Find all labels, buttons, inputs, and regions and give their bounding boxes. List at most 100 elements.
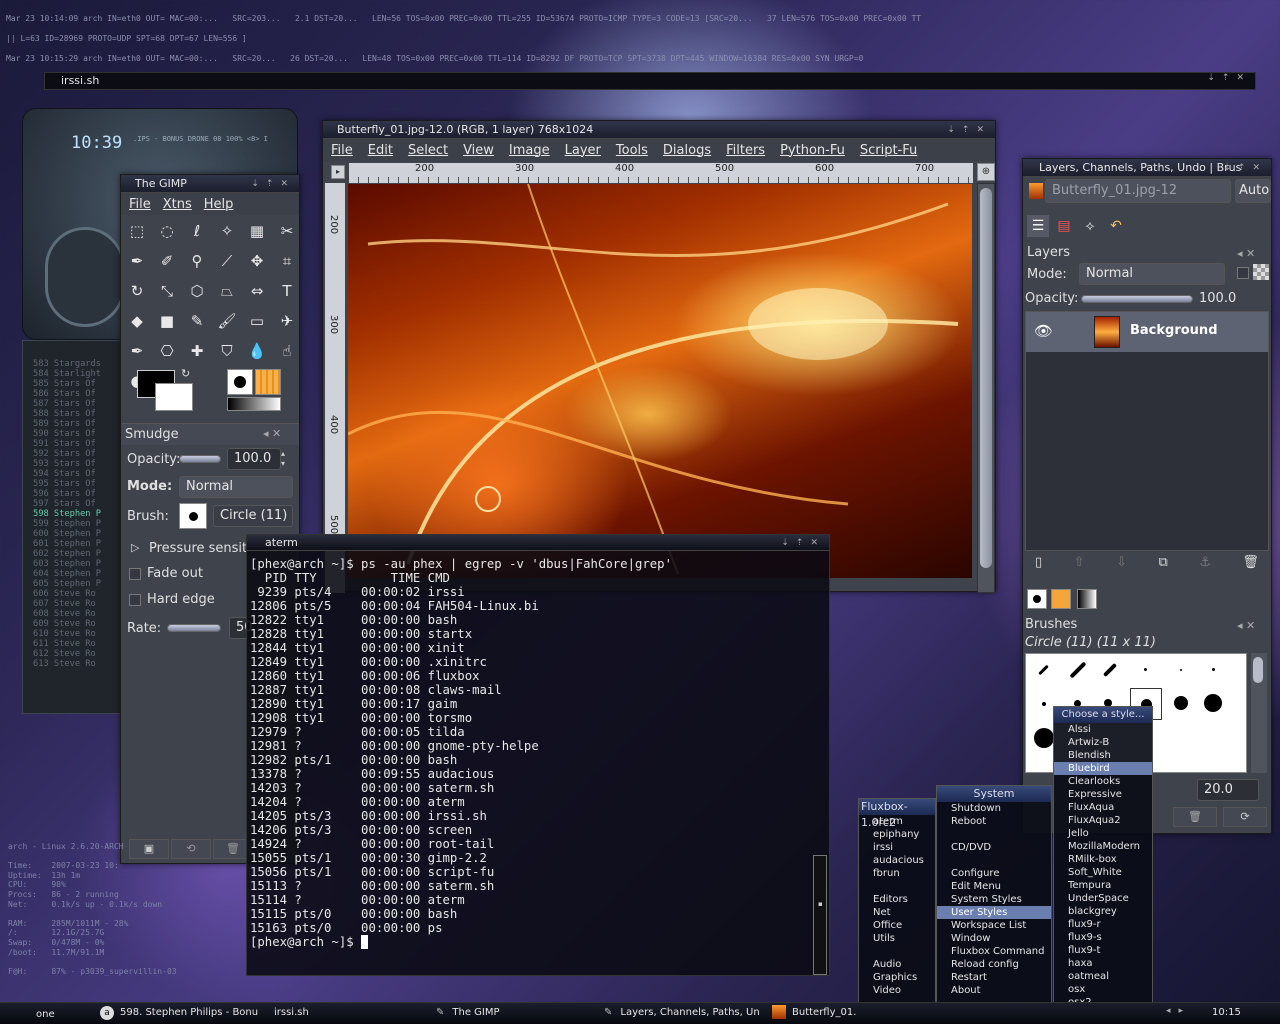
smudge-icon[interactable]: ☝ xyxy=(275,339,299,363)
playlist-entry[interactable]: 602 Stephen P xyxy=(33,549,101,559)
ellipse-select-icon[interactable]: ◌ xyxy=(155,219,179,243)
playlist-entry[interactable]: 589 Stars Of xyxy=(33,419,101,429)
task-audacious[interactable]: a 598. Stephen Philips - Bonu xyxy=(100,1004,266,1024)
eye-icon[interactable]: 👁 xyxy=(1034,322,1053,340)
refresh-brushes-icon[interactable]: ⟳ xyxy=(1223,807,1267,827)
layer-list[interactable]: 👁 Background xyxy=(1025,311,1269,551)
menu-file[interactable]: File xyxy=(129,197,151,212)
menu-item[interactable]: flux9-r xyxy=(1054,918,1152,931)
brush-item[interactable] xyxy=(1034,728,1054,748)
menu-python-fu[interactable]: Python-Fu xyxy=(780,143,845,158)
menu-item[interactable]: Clearlooks xyxy=(1054,775,1152,788)
pressure-label[interactable]: Pressure sensit xyxy=(149,541,247,556)
eraser-icon[interactable]: ▭ xyxy=(245,309,269,333)
brush-item[interactable] xyxy=(1069,661,1087,679)
menu-item[interactable]: System Styles xyxy=(937,893,1051,906)
menu-help[interactable]: Help xyxy=(204,197,234,212)
task-butterfly[interactable]: Butterfly_01. xyxy=(772,1004,856,1024)
playlist-entry[interactable]: 606 Steve Ro xyxy=(33,589,101,599)
window-buttons[interactable]: ⇣⇡✕ xyxy=(947,121,991,139)
playlist-entry[interactable]: 597 Stars Of xyxy=(33,499,101,509)
brush-item[interactable] xyxy=(1038,664,1049,676)
menu-tools[interactable]: Tools xyxy=(616,143,648,158)
playlist-entry[interactable]: 593 Stars Of xyxy=(33,459,101,469)
system-submenu[interactable]: System Shutdown Reboot CD/DVD Configure Edit… xyxy=(936,785,1052,1023)
window-buttons[interactable]: ⇣⇡✕ xyxy=(781,535,825,551)
menu-item[interactable]: RMilk-box xyxy=(1054,853,1152,866)
window-buttons[interactable]: ⇣⇡✕ xyxy=(251,175,295,193)
menu-item[interactable]: Soft_White xyxy=(1054,866,1152,879)
move-icon[interactable]: ✥ xyxy=(245,249,269,273)
menu-item[interactable]: About xyxy=(937,984,1051,997)
playlist-entry[interactable]: 611 Steve Ro xyxy=(33,639,101,649)
playlist-window[interactable]: 583 Stargards 584 Starlight 585 Stars Of 58… xyxy=(22,340,122,714)
layer-opacity-slider[interactable] xyxy=(1081,295,1193,303)
playlist-entry[interactable]: 607 Steve Ro xyxy=(33,599,101,609)
restore-options-icon[interactable]: ⟲ xyxy=(171,839,211,859)
perspective-clone-icon[interactable]: ⛉ xyxy=(215,339,239,363)
layer-buttons[interactable]: ▯ ⇧ ⇩ ⧉ ⚓ 🗑 xyxy=(1025,555,1269,577)
playlist-entry[interactable]: 585 Stars Of xyxy=(33,379,101,389)
playlist-entry[interactable]: 605 Stephen P xyxy=(33,579,101,589)
menu-item[interactable]: irssi xyxy=(859,841,935,854)
brush-item[interactable] xyxy=(1212,668,1215,671)
duplicate-layer-icon[interactable]: ⧉ xyxy=(1158,555,1167,577)
image-select[interactable]: Butterfly_01.jpg-12 xyxy=(1045,179,1231,203)
layer-mode-select[interactable]: Normal xyxy=(1079,263,1225,285)
gradient-preview-icon[interactable] xyxy=(227,397,281,411)
playlist-entry[interactable]: 599 Stephen P xyxy=(33,519,101,529)
menu-item[interactable]: User Styles xyxy=(937,906,1051,919)
blend-icon[interactable]: ■ xyxy=(155,309,179,333)
lock-alpha-checkbox[interactable] xyxy=(1237,267,1249,279)
menu-xtns[interactable]: Xtns xyxy=(163,197,192,212)
dock-tab-bar[interactable]: ☰ ▤ ⟡ ↶ xyxy=(1027,215,1147,239)
brush-preview-icon[interactable] xyxy=(227,369,253,395)
layer-row[interactable]: 👁 Background xyxy=(1026,312,1268,352)
tray-clock[interactable]: 10:15 xyxy=(1212,1004,1241,1024)
playlist-entry[interactable]: 586 Stars Of xyxy=(33,389,101,399)
menu-item[interactable]: audacious xyxy=(859,854,935,867)
task-layers[interactable]: ✎ Layers, Channels, Paths, Un xyxy=(604,1004,760,1024)
pattern-preview-icon[interactable] xyxy=(255,369,281,395)
menu-item[interactable]: haxa xyxy=(1054,957,1152,970)
menu-dialogs[interactable]: Dialogs xyxy=(663,143,711,158)
auto-button[interactable]: Auto xyxy=(1235,179,1271,203)
menu-image[interactable]: Image xyxy=(509,143,550,158)
layer-name[interactable]: Background xyxy=(1130,323,1218,338)
brush-tab-icon[interactable] xyxy=(1027,589,1047,609)
menu-items[interactable]: aterm epiphany irssi audacious fbrun Editors N… xyxy=(859,815,935,1023)
playlist-entry[interactable]: 604 Stephen P xyxy=(33,569,101,579)
terminal-output[interactable]: [phex@arch ~]$ ps -au phex | egrep -v 'd… xyxy=(250,557,672,949)
playlist-entry[interactable]: 612 Steve Ro xyxy=(33,649,101,659)
layers-titlebar[interactable]: Layers, Channels, Paths, Undo | Brus ⇣⇡✕ xyxy=(1023,159,1271,177)
menu-item[interactable]: Video xyxy=(859,984,935,997)
paintbrush-icon[interactable]: 🖌 xyxy=(215,309,239,333)
swap-colors-icon[interactable]: ↻ xyxy=(181,367,190,380)
menu-items[interactable]: Shutdown Reboot CD/DVD Configure Edit Menu Sy… xyxy=(937,802,1051,1023)
spacing-input[interactable]: 20.0 xyxy=(1197,779,1259,801)
crop-icon[interactable]: ⌗ xyxy=(275,249,299,273)
terminal-prompt[interactable]: [phex@arch ~]$ xyxy=(250,935,361,949)
menu-item[interactable]: Workspace List xyxy=(937,919,1051,932)
aterm-titlebar[interactable]: aterm ⇣⇡✕ xyxy=(247,535,829,551)
menu-edit[interactable]: Edit xyxy=(368,143,393,158)
lower-layer-icon[interactable]: ⇩ xyxy=(1116,555,1127,577)
brush-item[interactable] xyxy=(1174,696,1188,710)
menu-item[interactable]: flux9-s xyxy=(1054,931,1152,944)
free-select-icon[interactable]: ℓ xyxy=(185,219,209,243)
rate-slider[interactable] xyxy=(167,624,221,632)
convolve-icon[interactable]: 💧 xyxy=(245,339,269,363)
menu-item[interactable]: Window xyxy=(937,932,1051,945)
zoom-icon[interactable]: ⚲ xyxy=(185,249,209,273)
playlist-entry[interactable]: 592 Stars Of xyxy=(33,449,101,459)
layers-tab-icon[interactable]: ☰ xyxy=(1027,215,1049,237)
taskbar[interactable]: one a 598. Stephen Philips - Bonu irssi.s… xyxy=(0,1002,1280,1024)
menu-item[interactable]: UnderSpace xyxy=(1054,892,1152,905)
menu-item[interactable]: Expressive xyxy=(1054,788,1152,801)
menu-item[interactable]: Editors xyxy=(859,893,935,906)
measure-icon[interactable]: ⟋ xyxy=(215,249,239,273)
playlist-entry[interactable]: 600 Stephen P xyxy=(33,529,101,539)
task-irssi[interactable]: irssi.sh xyxy=(274,1004,309,1024)
irssi-window[interactable]: irssi.sh ⇣⇡✕ xyxy=(44,72,1256,90)
fluxbox-root-menu[interactable]: Fluxbox-1.0rc2 aterm epiphany irssi audacio… xyxy=(858,798,936,1023)
